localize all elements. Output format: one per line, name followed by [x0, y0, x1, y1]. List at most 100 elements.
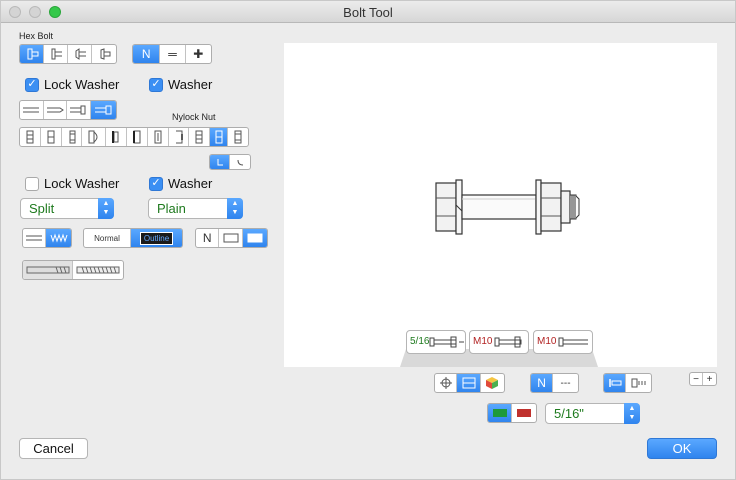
nut-type-7[interactable] — [148, 128, 169, 146]
nut-type-2[interactable] — [41, 128, 62, 146]
view-mode-line[interactable]: ═ — [160, 45, 186, 63]
window-title: Bolt Tool — [343, 5, 393, 20]
chevron-updown-icon: ▲ ▼ — [227, 198, 243, 219]
line-style-normal[interactable]: Normal — [84, 229, 132, 247]
head-style-angle[interactable] — [68, 45, 92, 63]
thread-length-full[interactable] — [73, 261, 123, 279]
nut-slotted-icon — [154, 130, 162, 144]
shaft-style-tip[interactable] — [44, 101, 68, 119]
shaft-tip-icon — [46, 107, 64, 113]
nut-type-9[interactable] — [189, 128, 211, 146]
align-mode-left[interactable] — [604, 374, 627, 392]
head-style-segmented — [19, 44, 117, 64]
head-style-front[interactable] — [20, 45, 44, 63]
unit-color-red[interactable] — [512, 404, 536, 422]
nut-jam-icon — [132, 130, 141, 144]
thread-length-partial[interactable] — [23, 261, 74, 279]
axis-mode-dashed[interactable]: --- — [553, 374, 578, 392]
title-bar[interactable]: Bolt Tool — [1, 1, 735, 23]
shaft-style-full[interactable] — [90, 101, 116, 119]
preset-5-16-button[interactable]: 5/16 — [406, 330, 466, 354]
fill-style-segmented: N — [195, 228, 268, 248]
lock-washer-type-value: Split — [29, 201, 55, 216]
align-center-icon — [631, 378, 646, 388]
nut-hex-flat-icon — [47, 130, 55, 144]
view-mode-normal[interactable]: N — [133, 45, 161, 63]
line-style-outline[interactable]: Outline — [131, 229, 182, 247]
thread-style-segmented — [22, 228, 72, 248]
head-style-side[interactable] — [44, 45, 68, 63]
checkmark-icon: ✓ — [149, 77, 163, 92]
nut-type-8[interactable] — [169, 128, 190, 146]
fill-style-white[interactable] — [219, 229, 243, 247]
hex-bolt-side-icon — [51, 48, 62, 60]
zoom-out-button[interactable]: − — [690, 373, 704, 385]
nut-type-3[interactable] — [62, 128, 83, 146]
thread-style-detailed[interactable] — [46, 229, 71, 247]
nut-hex-icon — [26, 130, 34, 144]
bolt-partial-thread-icon — [26, 266, 69, 274]
preset-m10-short-button[interactable]: M10 — [533, 330, 593, 354]
size-popup[interactable]: 5/16" ▲ ▼ — [545, 403, 640, 424]
nut-type-label: Nylock Nut — [172, 112, 216, 122]
checkmark-icon: ✓ — [149, 176, 163, 191]
preset-m10-label: M10 — [473, 336, 493, 347]
side-view-icon — [462, 377, 476, 389]
view-tool-side[interactable] — [457, 374, 481, 392]
lock-washer-type-popup[interactable]: Split ▲ ▼ — [20, 198, 114, 219]
checkbox-empty-icon — [25, 176, 39, 191]
preset-m10-button[interactable]: M10 — [469, 330, 529, 354]
view-mode-cross[interactable]: ✚ — [186, 45, 211, 63]
thread-detailed-icon — [50, 233, 68, 243]
preset-5-16-label: 5/16 — [410, 336, 430, 347]
shaft-nut-icon — [70, 105, 86, 115]
washer-type-popup[interactable]: Plain ▲ ▼ — [148, 198, 243, 219]
fill-style-filled[interactable] — [242, 229, 267, 247]
head-style-top[interactable] — [92, 45, 116, 63]
bolt-full-thread-icon — [76, 266, 120, 274]
nut-castle-icon — [175, 130, 183, 144]
nut-type-5[interactable] — [106, 128, 128, 146]
view-tool-target[interactable] — [435, 374, 458, 392]
nut-type-11[interactable] — [228, 128, 248, 146]
hex-bolt-front-icon — [27, 48, 38, 60]
bottom-lock-washer-checkbox[interactable]: Lock Washer — [25, 176, 119, 191]
fill-style-none[interactable]: N — [196, 229, 220, 247]
zoom-in-button[interactable]: + — [703, 373, 716, 385]
top-washer-checkbox[interactable]: ✓ Washer — [149, 77, 212, 92]
shaft-style-plain[interactable] — [20, 101, 44, 119]
bottom-washer-label: Washer — [168, 176, 213, 191]
nut-type-nylock[interactable] — [210, 128, 229, 146]
cube-3d-icon — [486, 377, 499, 389]
unit-color-green[interactable] — [488, 404, 513, 422]
corner-style-square[interactable] — [210, 155, 230, 169]
nut-wing-icon — [195, 130, 203, 144]
hex-bolt-angle-icon — [75, 48, 86, 60]
nut-type-6[interactable] — [127, 128, 148, 146]
line-style-segmented: Normal Outline — [83, 228, 183, 248]
nut-type-4[interactable] — [82, 128, 107, 146]
bottom-washer-checkbox[interactable]: ✓ Washer — [149, 176, 212, 191]
align-mode-center[interactable] — [626, 374, 651, 392]
line-style-outline-label: Outline — [139, 231, 174, 245]
nut-nylock-icon — [215, 130, 223, 144]
axis-mode-normal[interactable]: N — [531, 374, 554, 392]
top-lock-washer-checkbox[interactable]: ✓ Lock Washer — [25, 77, 119, 92]
thread-style-plain[interactable] — [23, 229, 47, 247]
bolt-preset-icon — [558, 337, 588, 347]
checkmark-icon: ✓ — [25, 77, 39, 92]
bolt-preset-icon — [429, 336, 464, 348]
view-tool-3d[interactable] — [481, 374, 504, 392]
shaft-style-nut[interactable] — [67, 101, 91, 119]
fill-white-icon — [223, 233, 239, 243]
bolt-preview-canvas[interactable]: 5/16 M10 M10 — [284, 43, 717, 367]
bolt-tool-window: Bolt Tool Hex Bolt N ═ ✚ ✓ Lock Washer ✓… — [0, 0, 736, 480]
top-lock-washer-label: Lock Washer — [44, 77, 120, 92]
ok-button[interactable]: OK — [647, 438, 717, 459]
bottom-lock-washer-label: Lock Washer — [44, 176, 120, 191]
chevron-updown-icon: ▲ ▼ — [98, 198, 114, 219]
nut-type-1[interactable] — [20, 128, 41, 146]
cancel-button[interactable]: Cancel — [19, 438, 88, 459]
chevron-updown-icon: ▲ ▼ — [624, 403, 640, 424]
corner-style-round[interactable] — [230, 155, 250, 169]
